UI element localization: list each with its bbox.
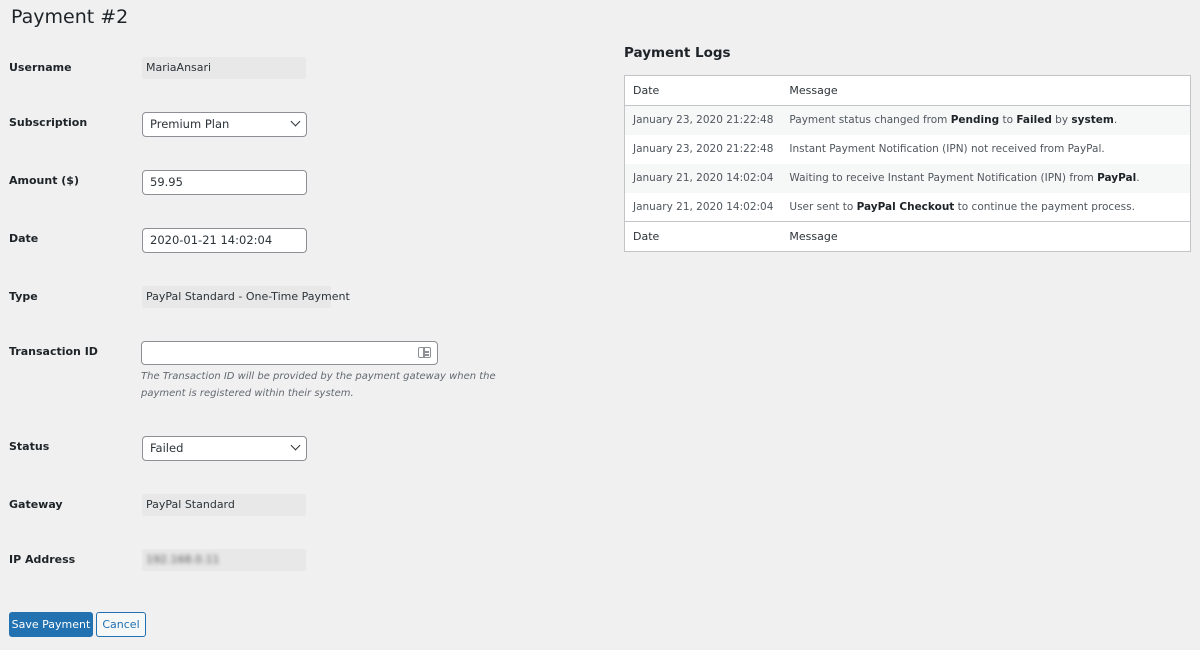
log-message-text: Instant Payment Notification (IPN) not r… (789, 143, 1105, 155)
save-payment-button[interactable]: Save Payment (9, 612, 93, 637)
log-date: January 23, 2020 21:22:48 (633, 143, 774, 155)
log-message-text: to continue the payment process. (954, 200, 1135, 213)
log-date: January 23, 2020 21:22:48 (633, 114, 774, 127)
log-message-text: User sent to (789, 200, 857, 213)
subscription-selected: Premium Plan (150, 117, 230, 131)
column-header-message: Message (781, 75, 1191, 106)
amount-label: Amount ($) (9, 174, 79, 187)
subscription-label: Subscription (9, 116, 88, 129)
column-footer-date: Date (624, 221, 782, 252)
table-footer-row: Date Message (624, 221, 1191, 252)
chevron-down-icon (290, 440, 301, 451)
table-row: January 23, 2020 21:22:48 Payment status … (624, 105, 1191, 135)
type-label: Type (9, 290, 38, 303)
username-value: MariaAnsari (142, 57, 306, 79)
page-title: Payment #2 (11, 6, 129, 28)
column-footer-message: Message (781, 221, 1191, 252)
log-date: January 21, 2020 14:02:04 (633, 172, 774, 184)
log-message-emphasis: Pending (950, 114, 1000, 127)
gateway-value: PayPal Standard (142, 494, 306, 516)
gateway-label: Gateway (9, 498, 63, 511)
status-selected: Failed (150, 441, 184, 455)
log-date: January 21, 2020 14:02:04 (633, 200, 774, 213)
log-message-emphasis: Failed (1016, 114, 1052, 127)
type-value: PayPal Standard - One-Time Payment (142, 286, 350, 308)
ip-address-value: 192.168.0.11 (142, 549, 306, 571)
username-label: Username (9, 61, 72, 74)
log-message-emphasis: PayPal Checkout (856, 200, 955, 213)
log-message-text: by (1051, 114, 1072, 127)
log-message: Instant Payment Notification (IPN) not r… (781, 135, 1190, 164)
table-row: January 21, 2020 14:02:04 Waiting to rece… (624, 163, 1191, 193)
ip-address-label: IP Address (9, 553, 76, 566)
cancel-button[interactable]: Cancel (96, 612, 146, 637)
status-select[interactable]: Failed (142, 436, 307, 461)
log-message-text: . (1136, 172, 1140, 184)
log-message: Waiting to receive Instant Payment Notif… (781, 164, 1190, 193)
log-message-text: Payment status changed from (789, 114, 951, 127)
date-input[interactable]: 2020-01-21 14:02:04 (142, 228, 307, 253)
chevron-down-icon (290, 116, 301, 127)
payment-logs-title: Payment Logs (624, 45, 731, 61)
subscription-select[interactable]: Premium Plan (142, 112, 307, 137)
table-row: January 23, 2020 21:22:48 Instant Payment… (625, 135, 1191, 164)
date-label: Date (9, 232, 39, 245)
log-message: Payment status changed from Pending to F… (781, 106, 1190, 135)
log-message-emphasis: system (1071, 114, 1114, 127)
table-row: January 21, 2020 14:02:04 User sent to Pa… (625, 193, 1191, 222)
table-header-row: Date Message (624, 75, 1191, 106)
status-label: Status (9, 440, 50, 453)
ip-address-text: 192.168.0.11 (146, 553, 220, 566)
log-message-text: to (999, 114, 1017, 127)
transaction-id-description: The Transaction ID will be provided by t… (141, 371, 496, 399)
amount-input[interactable]: 59.95 (142, 170, 307, 195)
payment-logs-table: Date Message January 23, 2020 21:22:48 Pa… (624, 75, 1191, 252)
log-message-emphasis: PayPal (1097, 172, 1137, 184)
card-icon (418, 347, 431, 358)
log-message-text: . (1113, 114, 1118, 127)
transaction-id-input[interactable] (141, 341, 438, 365)
log-message-text: Waiting to receive Instant Payment Notif… (789, 172, 1098, 184)
transaction-id-label: Transaction ID (9, 345, 98, 358)
log-message: User sent to PayPal Checkout to continue… (781, 193, 1190, 222)
column-header-date: Date (624, 75, 782, 106)
